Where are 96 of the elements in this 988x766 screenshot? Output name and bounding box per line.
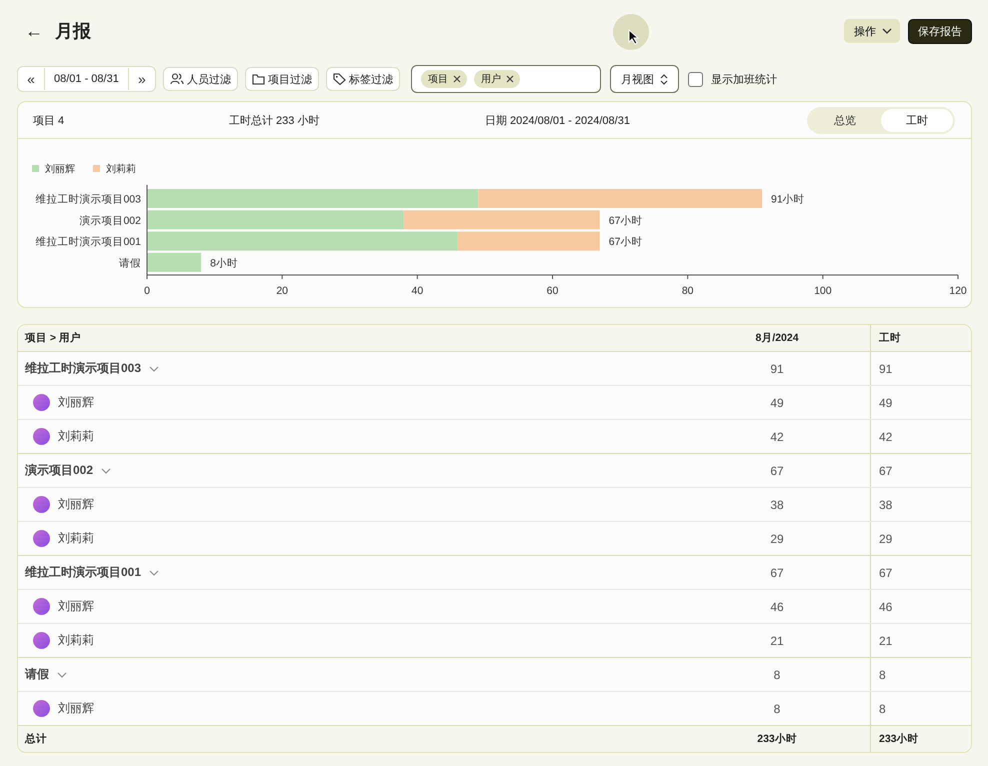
- user-name: 刘丽辉: [58, 700, 94, 717]
- table-cell: 29: [870, 522, 971, 555]
- value-label: 8小时: [210, 257, 238, 270]
- table-cell: 49: [870, 386, 971, 419]
- table-cell: 91: [870, 352, 971, 385]
- user-name: 刘莉莉: [58, 428, 94, 445]
- table-cell: 8: [870, 658, 971, 691]
- total-hours: 工时总计 233 小时: [229, 114, 320, 128]
- overtime-label: 显示加班统计: [710, 72, 777, 86]
- tick-label: 120: [949, 285, 967, 297]
- group-by-field[interactable]: 项目 用户: [410, 65, 601, 93]
- filter-button[interactable]: 项目过滤: [244, 67, 319, 91]
- column-header: 工时: [870, 325, 971, 351]
- user-name: 刘丽辉: [58, 598, 94, 615]
- tick-label: 100: [814, 285, 832, 297]
- total-label: 总计: [24, 732, 48, 746]
- table-cell: 67: [870, 454, 971, 487]
- cursor-icon: [613, 14, 649, 50]
- value-label: 91小时: [771, 194, 805, 206]
- avatar-icon: [33, 496, 50, 513]
- view-select[interactable]: 月视图: [610, 65, 679, 93]
- date-range-text[interactable]: 08/01 - 08/31: [44, 68, 129, 90]
- table-cell: 21: [870, 624, 971, 657]
- overtime-checkbox[interactable]: [688, 72, 703, 86]
- folder-icon: [252, 74, 265, 84]
- view-tab[interactable]: 总览: [809, 108, 881, 132]
- table-cell-text: 8: [772, 702, 782, 716]
- table-cell-text: 29: [769, 532, 785, 546]
- table-cell: 38: [870, 488, 971, 521]
- table-cell-text: 8: [772, 668, 782, 682]
- project-name[interactable]: 维拉工时演示项目003: [25, 360, 142, 377]
- user-name: 刘莉莉: [58, 632, 94, 649]
- tick-label: 80: [682, 285, 694, 297]
- project-name[interactable]: 演示项目002: [25, 462, 94, 479]
- tick-label: 0: [144, 285, 150, 297]
- table-cell-text: 233小时: [756, 732, 798, 746]
- avatar-icon: [33, 530, 50, 547]
- chevron-down-icon[interactable]: [101, 468, 112, 474]
- back-button[interactable]: ←: [21, 20, 47, 42]
- avatar-icon: [33, 428, 50, 445]
- chevron-down-icon[interactable]: [149, 366, 160, 372]
- filter-button[interactable]: 人员过滤: [162, 67, 238, 91]
- close-icon[interactable]: [506, 75, 514, 83]
- date-period: 日期 2024/08/01 - 2024/08/31: [485, 114, 631, 128]
- group-chip: 用户: [474, 70, 520, 88]
- value-label: 67小时: [608, 236, 642, 248]
- tick-label: 20: [276, 285, 288, 297]
- table-cell-text: 91: [769, 362, 785, 376]
- table-cell-text: 42: [769, 430, 785, 444]
- tick-label: 40: [412, 285, 424, 297]
- user-name: 刘丽辉: [58, 496, 94, 513]
- user-name: 刘丽辉: [58, 394, 94, 411]
- chevron-down-icon: [882, 28, 892, 34]
- project-name[interactable]: 请假: [25, 666, 49, 683]
- page-title: 月报: [55, 20, 91, 43]
- save-report-button[interactable]: 保存报告: [908, 18, 972, 44]
- chevron-down-icon[interactable]: [57, 672, 67, 678]
- table-cell: 67: [870, 556, 971, 589]
- filter-button[interactable]: 标签过滤: [326, 67, 400, 91]
- table-cell: 46: [870, 590, 971, 623]
- people-icon: [170, 73, 184, 85]
- table-cell: 233小时: [870, 726, 971, 752]
- table-cell-text: 21: [769, 634, 785, 648]
- table-cell-text: 67: [769, 566, 785, 580]
- previous-button[interactable]: «: [18, 68, 44, 90]
- avatar-icon: [33, 598, 50, 615]
- tick-label: 60: [546, 285, 558, 297]
- column-header: 8月/2024: [754, 331, 800, 345]
- up-down-chevron-icon: [660, 74, 668, 84]
- category-label: 维拉工时演示项目001: [35, 236, 141, 248]
- table-cell: 42: [870, 420, 971, 453]
- table-cell-text: 67: [769, 464, 785, 478]
- table-cell-text: 49: [769, 396, 785, 410]
- project-count: 项目 4: [33, 114, 66, 128]
- legend-label: 刘丽辉: [45, 162, 75, 176]
- view-tab[interactable]: 工时: [881, 108, 953, 132]
- category-label: 请假: [119, 257, 141, 270]
- close-icon[interactable]: [452, 75, 461, 83]
- avatar-icon: [33, 394, 50, 411]
- category-label: 演示项目002: [79, 214, 141, 227]
- bar: [147, 252, 202, 272]
- user-name: 刘莉莉: [58, 530, 94, 547]
- category-label: 维拉工时演示项目003: [35, 194, 141, 206]
- project-name[interactable]: 维拉工时演示项目001: [25, 564, 142, 581]
- group-chip: 项目: [420, 70, 467, 88]
- column-header: 项目 > 用户: [24, 331, 82, 345]
- next-button[interactable]: »: [128, 68, 155, 90]
- legend-label: 刘莉莉: [106, 162, 136, 176]
- chevron-down-icon[interactable]: [149, 570, 160, 576]
- actions-dropdown[interactable]: 操作: [844, 19, 900, 43]
- table-cell-text: 46: [769, 600, 785, 614]
- avatar-icon: [33, 632, 50, 649]
- tag-icon: [332, 73, 346, 85]
- table-cell-text: 38: [769, 498, 785, 512]
- value-label: 67小时: [608, 214, 642, 227]
- avatar-icon: [33, 700, 50, 717]
